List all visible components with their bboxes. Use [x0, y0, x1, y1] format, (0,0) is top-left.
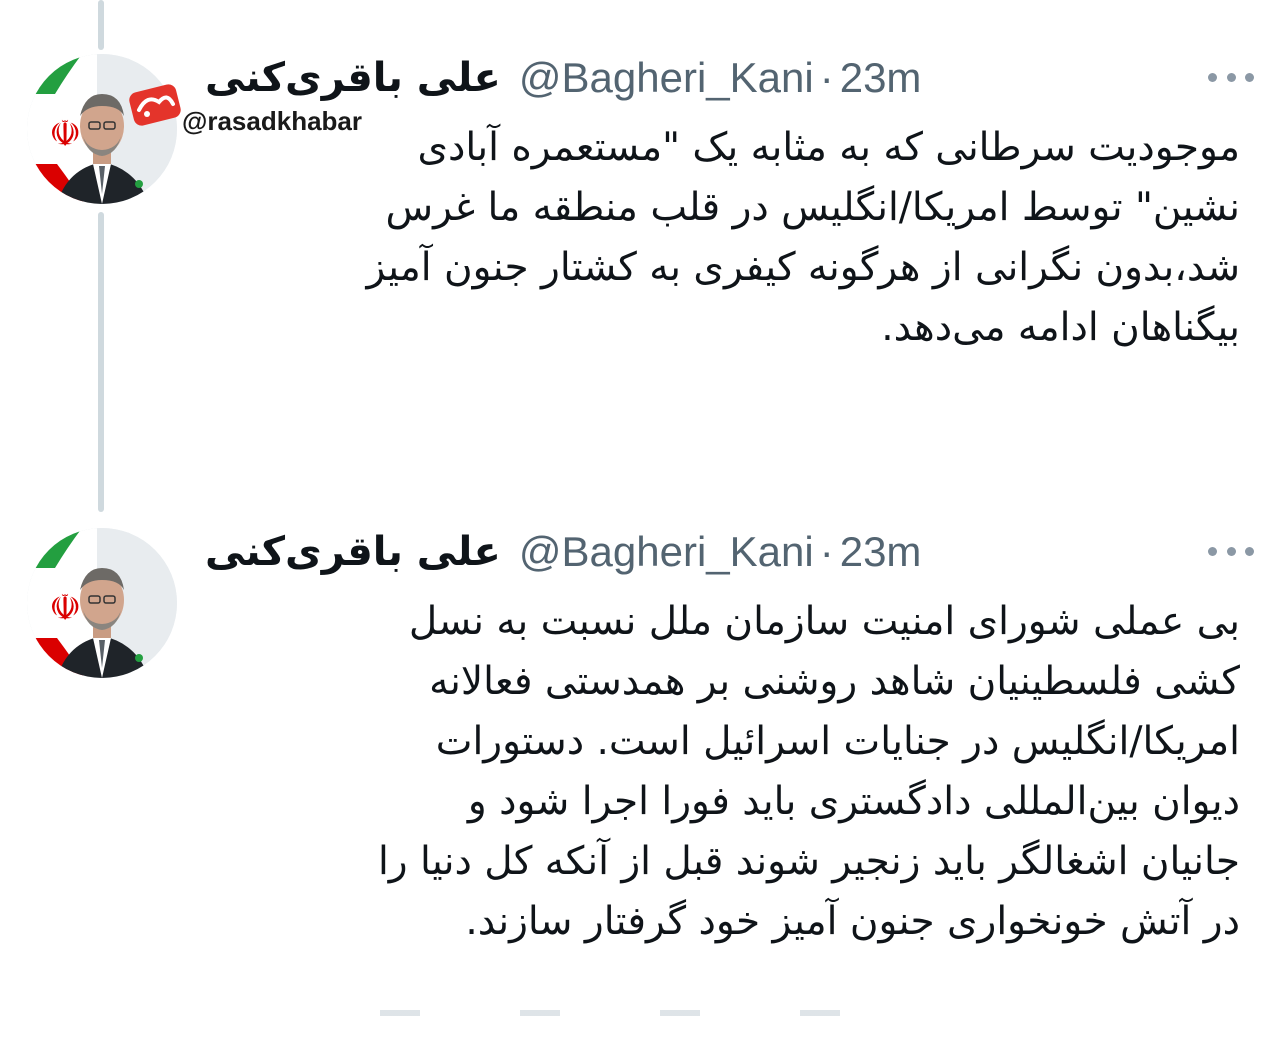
tweet-header: علی باقری‌کنی @Bagheri_Kani · 23m	[205, 48, 921, 108]
avatar[interactable]: ☫	[27, 528, 177, 678]
separator-dot: ·	[819, 528, 834, 575]
display-name[interactable]: علی باقری‌کنی	[205, 55, 501, 101]
tweet-text: موجودیت سرطانی که به مثابه یک "مستعمره آ…	[366, 125, 1240, 350]
thread-line-connector	[98, 212, 104, 512]
more-horizontal-icon	[1208, 546, 1217, 556]
timestamp[interactable]: 23m	[840, 54, 922, 102]
thread-line-top	[98, 0, 104, 50]
more-options-button[interactable]	[1208, 544, 1254, 558]
svg-text:☫: ☫	[49, 114, 81, 155]
user-handle[interactable]: @Bagheri_Kani	[519, 528, 814, 576]
cut-off-action-bar	[380, 1010, 900, 1016]
display-name[interactable]: علی باقری‌کنی	[205, 529, 501, 575]
more-options-button[interactable]	[1208, 70, 1254, 84]
avatar-photo: ☫	[27, 528, 177, 678]
svg-text:☫: ☫	[49, 588, 81, 629]
user-handle[interactable]: @Bagheri_Kani	[519, 54, 814, 102]
tweet-header: علی باقری‌کنی @Bagheri_Kani · 23m	[205, 522, 921, 582]
separator-dot: ·	[819, 54, 834, 101]
more-horizontal-icon	[1208, 72, 1217, 82]
rasad-logo-icon	[129, 84, 181, 126]
timestamp[interactable]: 23m	[840, 528, 922, 576]
tweet-text: بی عملی شورای امنیت سازمان ملل نسبت به ن…	[377, 599, 1240, 944]
